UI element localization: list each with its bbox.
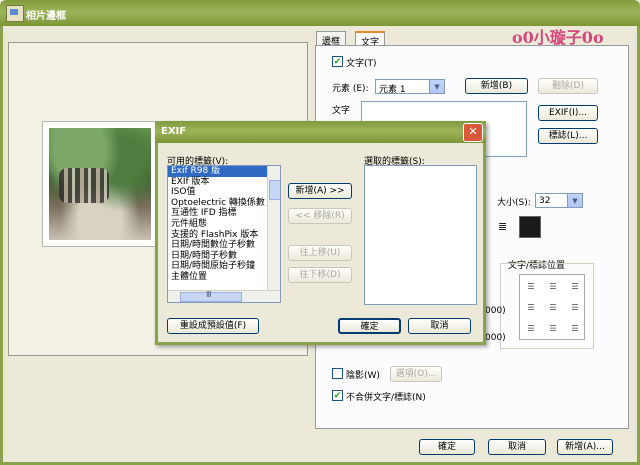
available-tags-list[interactable]: Exif R98 版 EXIf 版本 ISO值 Optoelectric 轉換係…	[167, 165, 281, 303]
window-title: 相片邊框	[26, 11, 66, 22]
offset-value-b: 000)	[485, 333, 506, 343]
text-field-label: 文字	[332, 106, 351, 116]
pos-top-right[interactable]: ☰	[565, 277, 585, 297]
pos-top-center[interactable]: ☰	[543, 277, 563, 297]
tag-button[interactable]: 標誌(L)...	[538, 128, 598, 144]
pos-bottom-right[interactable]: ☰	[565, 319, 585, 339]
options-button[interactable]: 選項(O)...	[390, 366, 442, 382]
list-item[interactable]: EXIf 版本	[168, 177, 280, 188]
exif-cancel-button[interactable]: 取消	[408, 318, 471, 334]
list-item[interactable]: 日期/時間原始子秒鐘	[168, 261, 280, 272]
list-item[interactable]: 互通性 IFD 指標	[168, 208, 280, 219]
cancel-button[interactable]: 取消	[488, 439, 546, 455]
vertical-scrollbar[interactable]	[267, 166, 280, 302]
list-item[interactable]: Optoelectric 轉換係數	[168, 198, 280, 209]
new-element-button[interactable]: 新增(B)	[465, 78, 528, 94]
exif-dialog-title-bar[interactable]: EXIF ✕	[155, 121, 486, 143]
close-icon[interactable]: ✕	[463, 123, 483, 142]
element-value: 元素 1	[379, 85, 406, 95]
offset-value-a: 000)	[485, 306, 506, 316]
horizontal-scrollbar[interactable]: Ⅲ	[168, 290, 280, 302]
pos-middle-left[interactable]: ☰	[521, 298, 541, 318]
size-value: 32	[539, 196, 551, 206]
hscroll-grip: Ⅲ	[206, 290, 212, 299]
list-item[interactable]: ISO值	[168, 187, 280, 198]
shadow-checkbox[interactable]	[332, 368, 343, 379]
element-label: 元素 (E):	[332, 84, 369, 94]
list-item[interactable]: 日期/時間數位子秒數	[168, 240, 280, 251]
text-color-swatch[interactable]	[519, 216, 541, 238]
app-icon	[6, 5, 24, 22]
list-item[interactable]: 支援的 FlashPix 版本	[168, 230, 280, 241]
move-up-button[interactable]: 往上移(U)	[288, 245, 352, 261]
pos-middle-right[interactable]: ☰	[565, 298, 585, 318]
list-item[interactable]: Exif R98 版	[168, 166, 280, 177]
delete-element-button[interactable]: 刪除(D)	[538, 78, 598, 94]
pos-bottom-left[interactable]: ☰	[521, 319, 541, 339]
pos-middle-center[interactable]: ☰	[543, 298, 563, 318]
no-merge-checkbox-label: 不合併文字/標誌(N)	[346, 393, 426, 403]
element-select[interactable]: 元素 1 ▼	[375, 79, 445, 95]
exif-button[interactable]: EXIF(I)...	[538, 105, 598, 121]
exif-ok-button[interactable]: 確定	[338, 318, 401, 334]
chevron-down-icon: ▼	[429, 80, 444, 93]
add-tag-button[interactable]: 新增(A) >>	[288, 183, 352, 199]
scroll-thumb[interactable]	[269, 180, 280, 200]
text-checkbox-label: 文字(T)	[346, 59, 377, 69]
text-checkbox[interactable]: ✔	[332, 56, 343, 67]
size-label: 大小(S):	[497, 198, 531, 208]
shadow-checkbox-label: 陰影(W)	[346, 371, 380, 381]
chevron-down-icon: ▼	[567, 194, 582, 207]
list-item[interactable]: 主體位置	[168, 272, 280, 283]
selected-tags-list[interactable]	[364, 165, 477, 305]
window-title-bar[interactable]: 相片邊框	[0, 0, 640, 26]
position-grid[interactable]: ☰ ☰ ☰ ☰ ☰ ☰ ☰ ☰ ☰	[519, 274, 585, 340]
photo-image	[49, 128, 151, 240]
list-item[interactable]: 元件組態	[168, 219, 280, 230]
exif-dialog-title: EXIF	[161, 126, 187, 137]
pos-bottom-center[interactable]: ☰	[543, 319, 563, 339]
no-merge-checkbox[interactable]: ✔	[332, 390, 343, 401]
size-select[interactable]: 32 ▼	[535, 193, 583, 208]
move-down-button[interactable]: 往下移(D)	[288, 267, 352, 283]
list-item[interactable]: 日期/時間子秒數	[168, 251, 280, 262]
align-right-icon[interactable]: ≣	[498, 220, 507, 233]
remove-tag-button[interactable]: << 移除(R)	[288, 208, 352, 224]
reset-defaults-button[interactable]: 重設成預設值(F)	[167, 318, 259, 334]
ok-button[interactable]: 確定	[419, 439, 475, 455]
photo-thumbnail	[42, 121, 158, 247]
new-button[interactable]: 新增(A)...	[557, 439, 613, 455]
pos-top-left[interactable]: ☰	[521, 277, 541, 297]
